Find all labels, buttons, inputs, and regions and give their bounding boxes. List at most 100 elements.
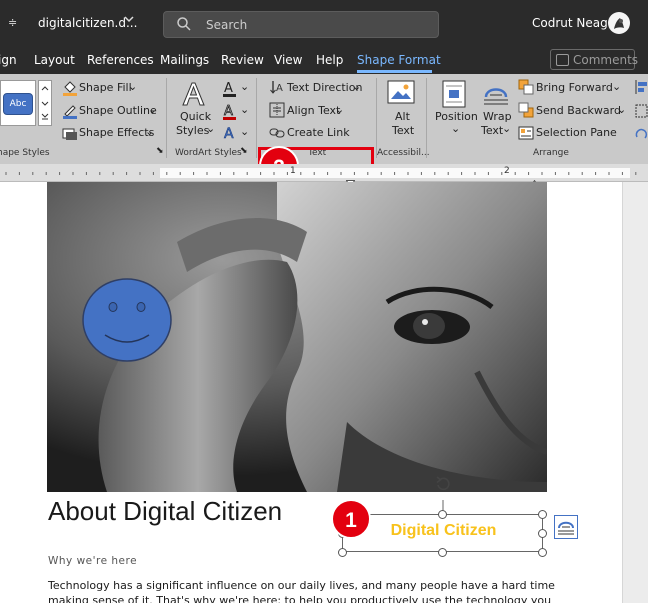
chevron-down-icon[interactable]: ⌄ bbox=[335, 103, 344, 116]
svg-text:A: A bbox=[224, 104, 233, 119]
send-backward-icon bbox=[518, 102, 534, 122]
resize-handle-top[interactable] bbox=[438, 510, 447, 519]
rotate-objects-icon[interactable] bbox=[635, 126, 648, 145]
document-name[interactable]: digitalcitizen.d... bbox=[38, 16, 137, 30]
chevron-down-icon[interactable]: ⌄ bbox=[128, 80, 137, 93]
text-outline-icon[interactable]: A bbox=[221, 102, 239, 124]
chevron-down-icon[interactable]: ⌄ bbox=[352, 80, 361, 93]
align-text-icon bbox=[269, 102, 285, 122]
resize-handle-bottom[interactable] bbox=[438, 548, 447, 557]
align-text-button[interactable]: Align Text bbox=[287, 104, 340, 117]
svg-text:A: A bbox=[224, 81, 233, 96]
layout-options-icon[interactable] bbox=[554, 515, 578, 539]
tab-help[interactable]: Help bbox=[316, 53, 343, 67]
section-subheading[interactable]: Why we're here bbox=[48, 555, 137, 567]
create-link-button[interactable]: Create Link bbox=[287, 126, 350, 139]
document-area: About Digital Citizen Why we're here Tec… bbox=[0, 182, 648, 603]
create-link-icon bbox=[269, 125, 285, 144]
ribbon-tabs: ign Layout References Mailings Review Vi… bbox=[0, 46, 648, 74]
dialog-launcher-icon[interactable]: ⬊ bbox=[240, 146, 248, 156]
selection-pane-icon bbox=[518, 125, 534, 144]
body-paragraph[interactable]: Technology has a significant influence o… bbox=[48, 578, 568, 603]
dialog-launcher-icon[interactable]: ⬊ bbox=[156, 146, 164, 156]
search-placeholder: Search bbox=[206, 18, 248, 32]
position-icon bbox=[442, 80, 466, 112]
tab-design[interactable]: ign bbox=[0, 53, 17, 67]
tab-mailings[interactable]: Mailings bbox=[160, 53, 209, 67]
group-divider bbox=[376, 78, 377, 158]
group-divider bbox=[166, 78, 167, 158]
comments-icon bbox=[556, 54, 569, 66]
group-divider bbox=[426, 78, 427, 158]
svg-text:A: A bbox=[276, 83, 283, 94]
chevron-down-icon[interactable]: ⌄ bbox=[451, 122, 460, 135]
chevron-down-icon[interactable]: ⌄ bbox=[240, 125, 249, 138]
chevron-down-icon[interactable] bbox=[124, 14, 134, 27]
wrap-text-label-line2[interactable]: Text bbox=[481, 124, 503, 137]
send-backward-button[interactable]: Send Backward bbox=[536, 104, 621, 117]
quick-styles-label-line2[interactable]: Styles bbox=[176, 124, 209, 137]
avatar[interactable] bbox=[608, 12, 630, 34]
shape-style-gallery[interactable]: Abc bbox=[0, 80, 36, 126]
alt-text-label-line2[interactable]: Text bbox=[392, 124, 414, 137]
document-photo[interactable] bbox=[47, 182, 547, 492]
shape-outline-button[interactable]: Shape Outline bbox=[79, 104, 157, 117]
shape-effects-button[interactable]: Shape Effects bbox=[79, 126, 154, 139]
bring-forward-icon bbox=[518, 79, 534, 99]
shape-styles-group-label: hape Styles bbox=[0, 148, 50, 158]
search-icon bbox=[176, 16, 192, 32]
shape-style-swatch[interactable]: Abc bbox=[3, 93, 33, 115]
chevron-down-icon[interactable]: ⌄ bbox=[502, 122, 511, 135]
tab-shape-format[interactable]: Shape Format bbox=[357, 53, 441, 67]
wordart-text-box[interactable]: Digital Citizen bbox=[342, 514, 543, 552]
page-title[interactable]: About Digital Citizen bbox=[48, 496, 282, 527]
wrap-text-icon bbox=[482, 81, 510, 111]
chevron-down-icon[interactable]: ⌄ bbox=[206, 122, 215, 135]
resize-handle-bottom-right[interactable] bbox=[538, 548, 547, 557]
shape-effects-icon bbox=[62, 126, 78, 145]
tab-references[interactable]: References bbox=[87, 53, 154, 67]
user-name[interactable]: Codrut Neagu bbox=[532, 16, 615, 30]
selection-pane-button[interactable]: Selection Pane bbox=[536, 126, 617, 139]
align-objects-icon[interactable] bbox=[635, 79, 648, 99]
tab-review[interactable]: Review bbox=[221, 53, 264, 67]
callout-badge-1: 1 bbox=[331, 499, 371, 539]
active-tab-indicator bbox=[357, 70, 432, 73]
tab-view[interactable]: View bbox=[274, 53, 302, 67]
vertical-scrollbar[interactable] bbox=[622, 182, 648, 603]
quick-access-toolbar-icon[interactable]: ≑ bbox=[8, 16, 17, 29]
svg-text:A: A bbox=[224, 126, 234, 142]
chevron-down-icon[interactable]: ⌄ bbox=[617, 103, 626, 116]
search-box[interactable]: Search bbox=[163, 11, 439, 38]
resize-handle-top-right[interactable] bbox=[538, 510, 547, 519]
smiley-face-shape[interactable] bbox=[81, 277, 173, 363]
text-effects-icon[interactable]: A bbox=[221, 124, 239, 146]
quick-styles-icon bbox=[179, 79, 209, 113]
shape-fill-button[interactable]: Shape Fill bbox=[79, 81, 132, 94]
chevron-down-icon[interactable]: ⌄ bbox=[240, 80, 249, 93]
group-objects-icon[interactable] bbox=[635, 103, 648, 123]
resize-handle-right[interactable] bbox=[538, 529, 547, 538]
ribbon: Abc Shape Fill ⌄ Shape Outline ⌄ Shape E… bbox=[0, 74, 648, 235]
accessibility-group-label: Accessibil... bbox=[377, 148, 430, 158]
resize-handle-bottom-left[interactable] bbox=[338, 548, 347, 557]
text-direction-icon: A bbox=[269, 79, 285, 99]
shape-fill-icon bbox=[62, 80, 78, 100]
gallery-scroll[interactable] bbox=[38, 80, 52, 126]
bring-forward-button[interactable]: Bring Forward bbox=[536, 81, 613, 94]
text-fill-icon[interactable]: A bbox=[221, 79, 239, 101]
shape-outline-icon bbox=[62, 103, 78, 123]
tab-layout[interactable]: Layout bbox=[34, 53, 75, 67]
wordart-styles-group-label: WordArt Styles bbox=[175, 148, 242, 158]
chevron-down-icon[interactable]: ⌄ bbox=[612, 80, 621, 93]
chevron-down-icon[interactable]: ⌄ bbox=[240, 103, 249, 116]
alt-text-label-line1[interactable]: Alt bbox=[395, 110, 410, 123]
comments-button[interactable]: Comments bbox=[550, 49, 639, 70]
rotate-handle-icon[interactable] bbox=[434, 475, 452, 497]
comments-label: Comments bbox=[573, 53, 639, 67]
document-page[interactable]: About Digital Citizen Why we're here Tec… bbox=[0, 182, 622, 603]
group-divider bbox=[256, 78, 257, 158]
textbox-text[interactable]: Digital Citizen bbox=[343, 522, 544, 540]
chevron-down-icon[interactable]: ⌄ bbox=[148, 103, 157, 116]
chevron-down-icon[interactable]: ⌄ bbox=[145, 125, 154, 138]
